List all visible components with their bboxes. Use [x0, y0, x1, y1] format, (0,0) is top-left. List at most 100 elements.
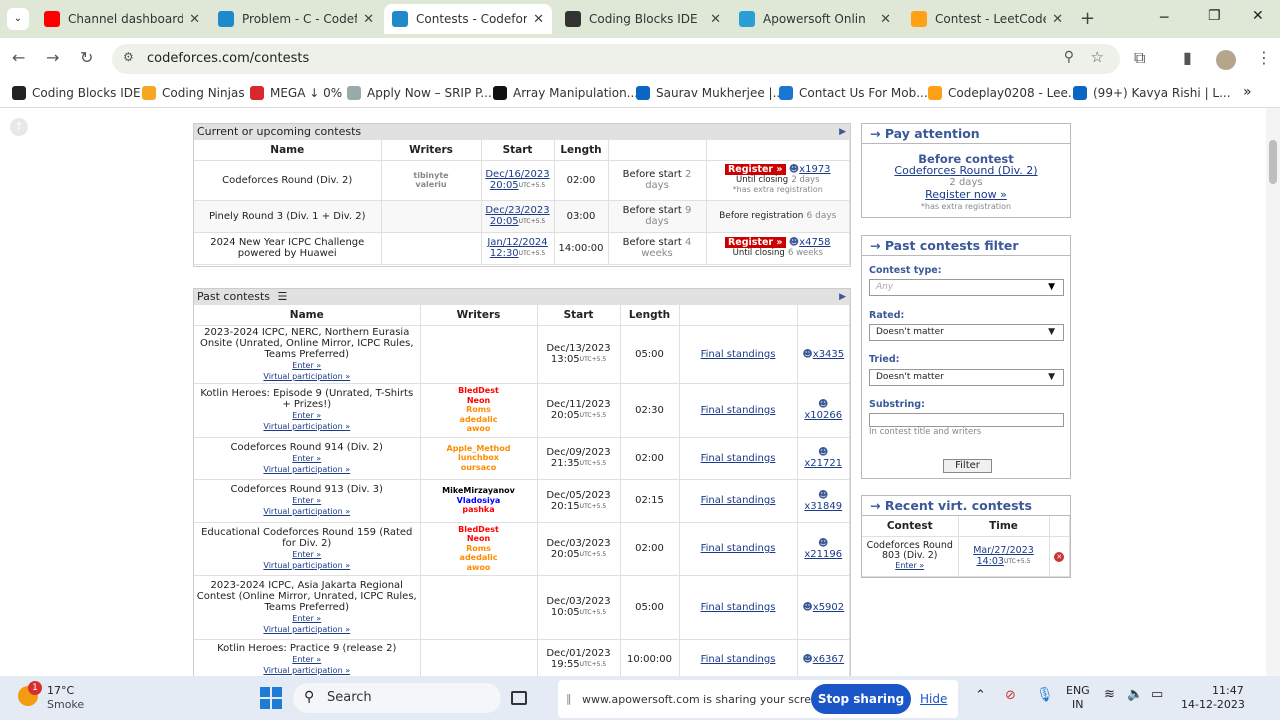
- start-date[interactable]: Jan/12/2024: [487, 237, 547, 248]
- profile-avatar[interactable]: [1216, 50, 1236, 70]
- clock-date[interactable]: 14-12-2023: [1181, 698, 1245, 711]
- virtual-participation-link[interactable]: Virtual participation »: [196, 371, 418, 382]
- rated-select[interactable]: Doesn't matter ▼: [869, 324, 1064, 341]
- drag-handle-icon[interactable]: ‖: [566, 692, 572, 705]
- filter-button[interactable]: Filter: [943, 459, 992, 473]
- bookmark-7[interactable]: Contact Us For Mob...: [779, 86, 928, 100]
- start-date[interactable]: Dec/16/2023: [485, 169, 549, 180]
- hide-button[interactable]: Hide: [920, 692, 947, 706]
- final-standings-link[interactable]: Final standings: [701, 349, 776, 360]
- start-time[interactable]: 20:05: [490, 180, 519, 191]
- tab-5[interactable]: Apowersoft Onlin ✕: [731, 4, 899, 34]
- bookmark-3[interactable]: MEGA ↓ 0%: [250, 86, 342, 100]
- tray-app-icon[interactable]: ⊘: [1005, 688, 1016, 703]
- tab-4[interactable]: Coding Blocks IDE ✕: [557, 4, 729, 34]
- wifi-icon[interactable]: ≋: [1104, 687, 1115, 702]
- bookmark-2[interactable]: Coding Ninjas: [142, 86, 245, 100]
- enter-link[interactable]: Enter »: [196, 613, 418, 624]
- tab-close-icon[interactable]: ✕: [1052, 12, 1063, 27]
- registrants-count[interactable]: x4758: [799, 237, 830, 248]
- tab-search-button[interactable]: ⌄: [7, 8, 29, 30]
- task-view-icon[interactable]: [511, 691, 527, 705]
- writer-handle[interactable]: Neon: [423, 534, 535, 544]
- final-standings-link[interactable]: Final standings: [701, 453, 776, 464]
- clock-time[interactable]: 11:47: [1212, 684, 1244, 697]
- tab-1[interactable]: Channel dashboard - ✕: [36, 4, 208, 34]
- writer-handle[interactable]: BledDest: [423, 386, 535, 396]
- writer-handle[interactable]: oursaco: [423, 463, 535, 473]
- bookmark-4[interactable]: Apply Now – SRIP P...: [347, 86, 492, 100]
- writer-handle[interactable]: adedalic: [423, 553, 535, 563]
- final-standings-link[interactable]: Final standings: [701, 543, 776, 554]
- virtual-participation-link[interactable]: Virtual participation »: [196, 624, 418, 635]
- final-standings-link[interactable]: Final standings: [701, 495, 776, 506]
- enter-link[interactable]: Enter »: [196, 453, 418, 464]
- start-date[interactable]: Dec/23/2023: [485, 205, 549, 216]
- writer-handle[interactable]: adedalic: [423, 415, 535, 425]
- writer-handle[interactable]: awoo: [423, 563, 535, 573]
- enter-link[interactable]: Enter »: [196, 410, 418, 421]
- triangle-right-icon[interactable]: ▶: [839, 289, 846, 305]
- final-standings-link[interactable]: Final standings: [701, 602, 776, 613]
- tab-6[interactable]: Contest - LeetCode ✕: [903, 4, 1071, 34]
- substring-input[interactable]: [869, 413, 1064, 427]
- scroll-top-icon[interactable]: ↑: [10, 118, 28, 136]
- writer-handle[interactable]: MikeMirzayanov: [423, 486, 535, 496]
- sidepanel-icon[interactable]: ▮: [1183, 48, 1192, 67]
- tab-close-icon[interactable]: ✕: [880, 12, 891, 27]
- writer-handle[interactable]: Apple_Method: [423, 444, 535, 454]
- enter-link[interactable]: Enter »: [196, 549, 418, 560]
- recent-time[interactable]: 14:03: [977, 556, 1004, 567]
- bookmarks-overflow-icon[interactable]: »: [1243, 84, 1252, 100]
- reload-icon[interactable]: ↻: [80, 48, 93, 67]
- participants-count[interactable]: x3435: [813, 349, 844, 360]
- minimize-button[interactable]: ─: [1160, 10, 1168, 26]
- participants-count[interactable]: x21196: [804, 549, 842, 560]
- address-bar[interactable]: ⚙ codeforces.com/contests ⚲ ☆: [112, 44, 1120, 74]
- language-in[interactable]: IN: [1072, 698, 1083, 711]
- tray-chevron-icon[interactable]: ⌃: [975, 688, 986, 703]
- windows-start-icon[interactable]: [260, 687, 282, 709]
- url-text[interactable]: codeforces.com/contests: [147, 51, 309, 66]
- bookmark-star-icon[interactable]: ☆: [1091, 48, 1104, 66]
- bookmark-1[interactable]: Coding Blocks IDE: [12, 86, 141, 100]
- virtual-participation-link[interactable]: Virtual participation »: [196, 665, 418, 676]
- tab-close-icon[interactable]: ✕: [189, 12, 200, 27]
- writer-handle[interactable]: awoo: [423, 424, 535, 434]
- participants-count[interactable]: x21721: [804, 458, 842, 469]
- virtual-participation-link[interactable]: Virtual participation »: [196, 464, 418, 475]
- writer-handle[interactable]: pashka: [423, 505, 535, 515]
- writer-handle[interactable]: tibinyte: [384, 171, 479, 181]
- writer-handle[interactable]: Vladosiya: [423, 496, 535, 506]
- page-scrollbar[interactable]: [1266, 108, 1280, 676]
- registrants-count[interactable]: x1973: [799, 164, 830, 175]
- taskbar-search[interactable]: ⚲ Search: [293, 683, 501, 713]
- participants-count[interactable]: x6367: [813, 654, 844, 665]
- volume-icon[interactable]: 🔈: [1127, 687, 1143, 702]
- bookmark-6[interactable]: Saurav Mukherjee |...: [636, 86, 784, 100]
- tab-close-icon[interactable]: ✕: [533, 12, 544, 27]
- zoom-icon[interactable]: ⚲: [1064, 49, 1074, 65]
- back-icon[interactable]: ←: [12, 48, 25, 67]
- tab-2[interactable]: Problem - C - Codefo ✕: [210, 4, 382, 34]
- final-standings-link[interactable]: Final standings: [701, 405, 776, 416]
- stop-sharing-button[interactable]: Stop sharing: [811, 684, 911, 714]
- enter-link[interactable]: Enter »: [196, 360, 418, 371]
- writer-handle[interactable]: Roms: [423, 405, 535, 415]
- bookmark-8[interactable]: Codeplay0208 - Lee...: [928, 86, 1079, 100]
- list-icon[interactable]: ☰: [278, 290, 288, 303]
- extensions-icon[interactable]: ⧉: [1134, 48, 1145, 68]
- recent-enter-link[interactable]: Enter »: [864, 561, 956, 571]
- enter-link[interactable]: Enter »: [196, 654, 418, 665]
- writer-handle[interactable]: valeriu: [384, 180, 479, 190]
- start-time[interactable]: 20:05: [490, 216, 519, 227]
- enter-link[interactable]: Enter »: [196, 495, 418, 506]
- tab-3[interactable]: Contests - Codeforce ✕: [384, 4, 552, 34]
- register-button[interactable]: Register »: [724, 237, 786, 248]
- start-time[interactable]: 12:30: [490, 248, 519, 259]
- final-standings-link[interactable]: Final standings: [701, 654, 776, 665]
- restore-button[interactable]: ❐: [1208, 8, 1221, 24]
- battery-icon[interactable]: ▭: [1151, 687, 1163, 702]
- tab-close-icon[interactable]: ✕: [710, 12, 721, 27]
- recent-date[interactable]: Mar/27/2023: [973, 545, 1034, 556]
